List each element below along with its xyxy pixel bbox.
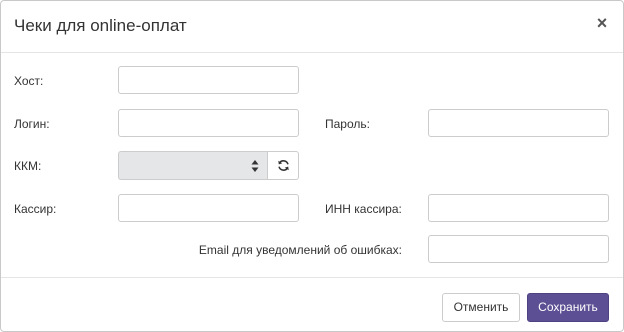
- close-button[interactable]: ×: [595, 13, 609, 33]
- kkm-label: ККМ:: [14, 159, 42, 173]
- dialog-footer: Отменить Сохранить: [1, 277, 623, 332]
- dialog-header: Чеки для online-оплат ×: [1, 1, 623, 53]
- save-button[interactable]: Сохранить: [527, 293, 609, 322]
- cashier-input[interactable]: [118, 194, 299, 222]
- login-label: Логин:: [14, 117, 50, 131]
- cashier-inn-input[interactable]: [428, 194, 609, 222]
- error-email-input[interactable]: [428, 235, 609, 263]
- kkm-refresh-button[interactable]: [267, 151, 299, 180]
- host-label: Хост:: [14, 74, 44, 88]
- password-label: Пароль:: [325, 117, 370, 131]
- select-arrows-icon: [251, 160, 259, 172]
- cashier-label: Кассир:: [14, 202, 57, 216]
- online-receipts-dialog: Чеки для online-оплат × Хост: Логин: Пар…: [0, 0, 624, 332]
- kkm-select[interactable]: [118, 151, 268, 180]
- error-email-label: Email для уведомлений об ошибках:: [198, 243, 402, 257]
- refresh-icon: [278, 160, 289, 171]
- host-input[interactable]: [118, 66, 299, 94]
- dialog-title: Чеки для online-оплат: [14, 16, 187, 35]
- login-input[interactable]: [118, 109, 299, 137]
- cashier-inn-label: ИНН кассира:: [325, 202, 402, 216]
- cancel-button[interactable]: Отменить: [442, 293, 520, 322]
- password-input[interactable]: [428, 109, 609, 137]
